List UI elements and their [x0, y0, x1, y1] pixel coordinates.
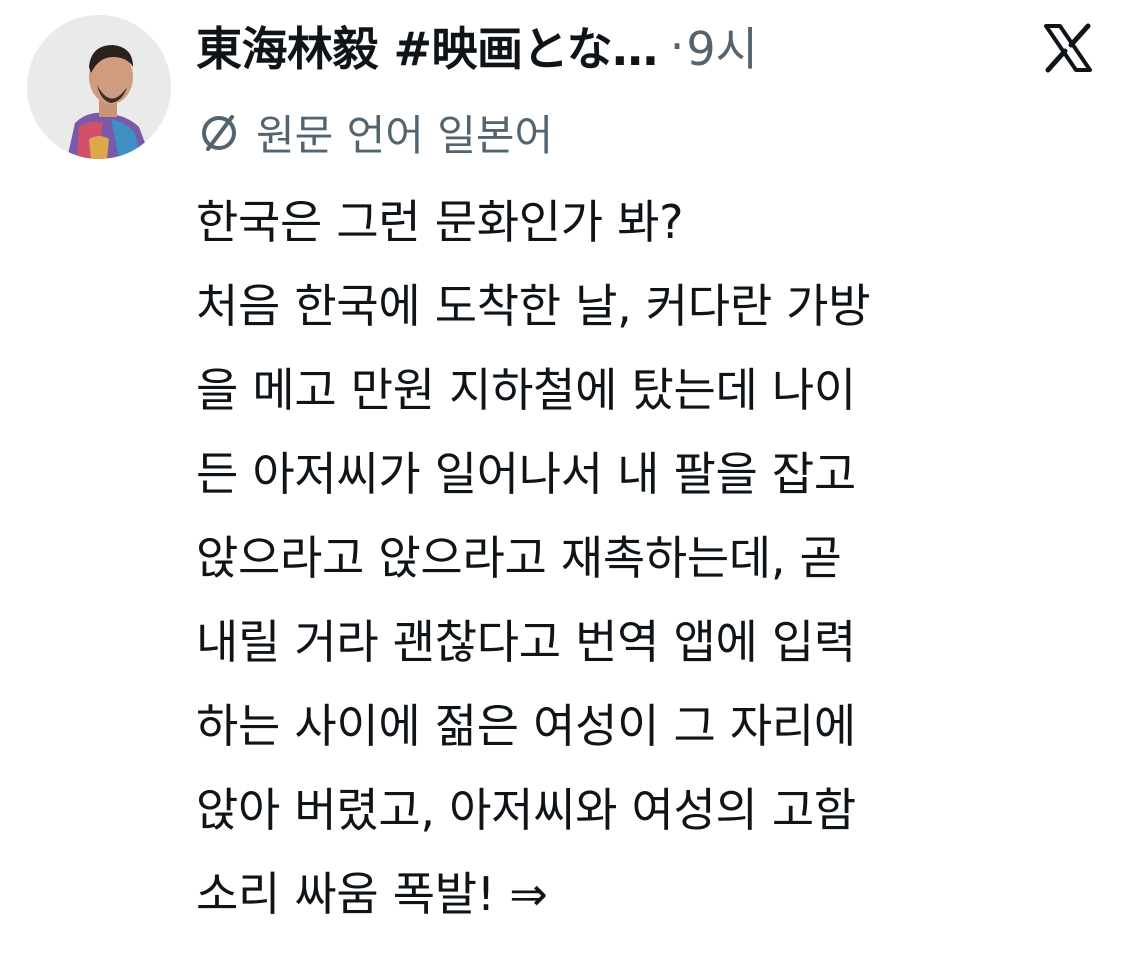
tweet-text-line: 든 아저씨가 일어나서 내 팔을 잡고 [196, 447, 856, 501]
translation-label: 원문 언어 일본어 [256, 110, 554, 160]
x-logo-icon [1044, 23, 1092, 73]
tweet-text: 한국은 그런 문화인가 봐? 처음 한국에 도착한 날, 커다란 가방 을 메고… [196, 180, 1101, 936]
tweet-header: 東海林毅 #映画とな… · 9시 [196, 10, 758, 82]
tweet-text-line: 을 메고 만원 지하철에 탔는데 나이 [196, 363, 856, 417]
tweet-text-line: 앉아 버렸고, 아저씨와 여성의 고함 [196, 783, 856, 837]
translation-indicator[interactable]: 원문 언어 일본어 [196, 100, 553, 164]
tweet-text-line: 소리 싸움 폭발! ⇒ [196, 867, 548, 921]
tweet-timestamp[interactable]: 9시 [686, 13, 758, 79]
tweet-text-line: 한국은 그런 문화인가 봐? [196, 195, 684, 249]
separator-dot: · [669, 19, 685, 73]
tweet-text-line: 내릴 거라 괜찮다고 번역 앱에 입력 [196, 615, 856, 669]
tweet-text-line: 앉으라고 앉으라고 재촉하는데, 곧 [196, 531, 842, 585]
avatar[interactable] [27, 15, 171, 159]
translate-icon [202, 115, 236, 151]
author-display-name[interactable]: 東海林毅 #映画とな… [196, 13, 658, 79]
user-avatar-photo [27, 15, 171, 159]
tweet-text-line: 하는 사이에 젊은 여성이 그 자리에 [196, 699, 856, 753]
tweet-text-line: 처음 한국에 도착한 날, 커다란 가방 [196, 279, 871, 333]
